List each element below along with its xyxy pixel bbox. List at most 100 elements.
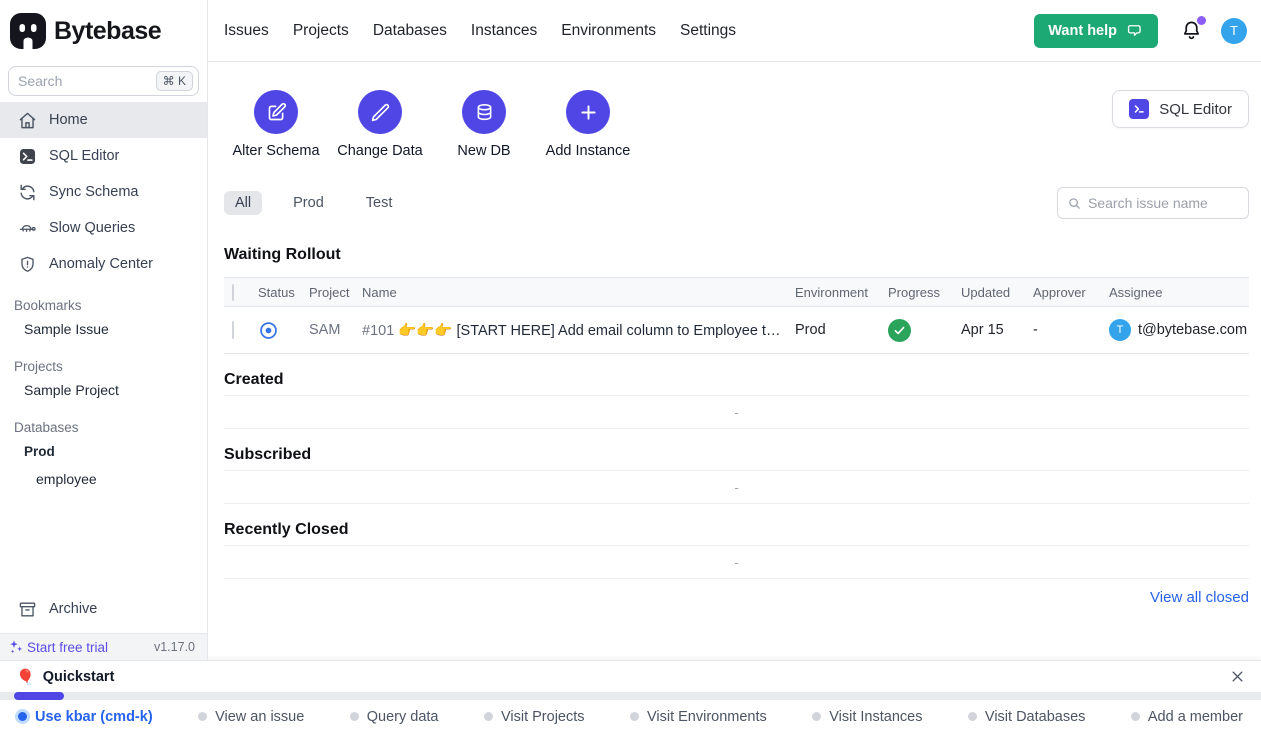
archive-icon bbox=[18, 600, 37, 619]
quickstart-step-visit-instances[interactable]: Visit Instances bbox=[812, 709, 922, 725]
subscribed-title: Subscribed bbox=[224, 446, 1249, 464]
column-header-project: Project bbox=[309, 285, 362, 300]
sidebar-section-bookmarks: Bookmarks bbox=[0, 295, 207, 315]
new-db-button[interactable]: New DB bbox=[432, 90, 536, 159]
sync-icon bbox=[18, 183, 37, 202]
issue-approver: - bbox=[1033, 322, 1109, 338]
quickstart-step-view-issue[interactable]: View an issue bbox=[198, 709, 304, 725]
start-free-trial-link[interactable]: Start free trial bbox=[8, 639, 108, 655]
sidebar-item-home[interactable]: Home bbox=[0, 102, 207, 138]
nav-link-settings[interactable]: Settings bbox=[680, 22, 736, 40]
step-label: Visit Environments bbox=[647, 709, 767, 725]
brand-wordmark: Bytebase bbox=[54, 17, 161, 46]
sidebar: Bytebase ⌘ K Home SQL Editor bbox=[0, 0, 208, 660]
nav-link-issues[interactable]: Issues bbox=[224, 22, 269, 40]
want-help-button[interactable]: Want help bbox=[1034, 14, 1158, 48]
quickstart-progress-track bbox=[0, 692, 1261, 700]
step-dot-icon bbox=[1131, 712, 1140, 721]
created-title: Created bbox=[224, 371, 1249, 389]
environment-tabs: All Prod Test bbox=[224, 191, 403, 215]
global-search[interactable]: ⌘ K bbox=[8, 66, 199, 96]
sidebar-item-employee[interactable]: employee bbox=[0, 465, 207, 493]
tab-test[interactable]: Test bbox=[355, 191, 404, 215]
column-header-assignee: Assignee bbox=[1109, 285, 1249, 300]
subscribed-empty-row: - bbox=[224, 470, 1249, 504]
user-avatar[interactable]: T bbox=[1221, 18, 1247, 44]
sidebar-item-label: Slow Queries bbox=[49, 220, 135, 236]
alter-schema-button[interactable]: Alter Schema bbox=[224, 90, 328, 159]
sidebar-item-prod[interactable]: Prod bbox=[0, 437, 207, 465]
search-input[interactable] bbox=[18, 73, 156, 89]
nav-link-instances[interactable]: Instances bbox=[471, 22, 537, 40]
quickstart-step-visit-databases[interactable]: Visit Databases bbox=[968, 709, 1085, 725]
sidebar-item-sample-issue[interactable]: Sample Issue bbox=[0, 315, 207, 343]
change-data-button[interactable]: Change Data bbox=[328, 90, 432, 159]
sidebar-item-sql-editor[interactable]: SQL Editor bbox=[0, 138, 207, 174]
action-label: New DB bbox=[457, 143, 510, 159]
action-label: Alter Schema bbox=[232, 143, 319, 159]
view-all-closed-link[interactable]: View all closed bbox=[1150, 589, 1249, 606]
quickstart-step-use-kbar[interactable]: Use kbar (cmd-k) bbox=[18, 709, 153, 725]
sidebar-item-sample-project[interactable]: Sample Project bbox=[0, 376, 207, 404]
step-label: Visit Databases bbox=[985, 709, 1085, 725]
bytebase-logo[interactable]: Bytebase bbox=[0, 0, 207, 62]
notification-badge bbox=[1197, 16, 1206, 25]
sidebar-item-label: Home bbox=[49, 112, 88, 128]
tab-all[interactable]: All bbox=[224, 191, 262, 215]
sidebar-item-sync-schema[interactable]: Sync Schema bbox=[0, 174, 207, 210]
issue-search-input[interactable] bbox=[1088, 195, 1239, 211]
issue-row[interactable]: SAM #101 👉👉👉 [START HERE] Add email colu… bbox=[224, 307, 1249, 354]
main-area: Issues Projects Databases Instances Envi… bbox=[208, 0, 1261, 660]
tab-prod[interactable]: Prod bbox=[282, 191, 335, 215]
shield-icon bbox=[18, 255, 37, 274]
close-icon[interactable] bbox=[1230, 669, 1245, 684]
plus-icon bbox=[566, 90, 610, 134]
step-dot-icon bbox=[630, 712, 639, 721]
edit-square-icon bbox=[254, 90, 298, 134]
sql-editor-button-label: SQL Editor bbox=[1159, 101, 1232, 118]
search-icon bbox=[1067, 196, 1082, 211]
select-all-checkbox[interactable] bbox=[232, 284, 234, 301]
quickstart-step-visit-environments[interactable]: Visit Environments bbox=[630, 709, 767, 725]
column-header-updated: Updated bbox=[961, 285, 1033, 300]
pencil-icon bbox=[358, 90, 402, 134]
issue-search-box[interactable] bbox=[1057, 187, 1249, 219]
column-header-approver: Approver bbox=[1033, 285, 1109, 300]
add-instance-button[interactable]: Add Instance bbox=[536, 90, 640, 159]
column-header-status: Status bbox=[258, 285, 309, 300]
created-empty-row: - bbox=[224, 395, 1249, 429]
sidebar-item-label: SQL Editor bbox=[49, 148, 119, 164]
sql-editor-button[interactable]: SQL Editor bbox=[1112, 90, 1249, 128]
nav-link-environments[interactable]: Environments bbox=[561, 22, 656, 40]
waiting-rollout-title: Waiting Rollout bbox=[224, 246, 1249, 264]
quickstart-progress-fill bbox=[14, 692, 64, 700]
step-label: Visit Instances bbox=[829, 709, 922, 725]
row-checkbox[interactable] bbox=[232, 321, 234, 339]
quickstart-step-query-data[interactable]: Query data bbox=[350, 709, 439, 725]
quickstart-title: Quickstart bbox=[43, 669, 115, 685]
sidebar-section-projects: Projects bbox=[0, 356, 207, 376]
sidebar-nav: Home SQL Editor Sync Schema Slow Queries bbox=[0, 102, 207, 282]
terminal-icon bbox=[1129, 99, 1149, 119]
issue-project: SAM bbox=[309, 322, 362, 338]
open-status-icon bbox=[258, 320, 309, 341]
check-circle-icon bbox=[888, 319, 911, 342]
sidebar-item-anomaly-center[interactable]: Anomaly Center bbox=[0, 246, 207, 282]
quickstart-step-visit-projects[interactable]: Visit Projects bbox=[484, 709, 585, 725]
home-content: Alter Schema Change Data New DB bbox=[208, 62, 1261, 660]
action-label: Add Instance bbox=[546, 143, 631, 159]
quick-actions-row: Alter Schema Change Data New DB bbox=[224, 90, 1249, 159]
recently-closed-title: Recently Closed bbox=[224, 521, 1249, 539]
app-window: Bytebase ⌘ K Home SQL Editor bbox=[0, 0, 1261, 660]
nav-link-projects[interactable]: Projects bbox=[293, 22, 349, 40]
step-dot-icon bbox=[350, 712, 359, 721]
issue-id: #101 bbox=[362, 323, 394, 339]
sidebar-footer: Start free trial v1.17.0 bbox=[0, 633, 207, 660]
sidebar-item-label: Anomaly Center bbox=[49, 256, 153, 272]
quickstart-step-add-member[interactable]: Add a member bbox=[1131, 709, 1243, 725]
sidebar-item-archive[interactable]: Archive bbox=[0, 591, 207, 627]
nav-link-databases[interactable]: Databases bbox=[373, 22, 447, 40]
notifications-button[interactable] bbox=[1180, 19, 1203, 42]
sidebar-item-slow-queries[interactable]: Slow Queries bbox=[0, 210, 207, 246]
quickstart-steps: Use kbar (cmd-k) View an issue Query dat… bbox=[0, 700, 1261, 733]
